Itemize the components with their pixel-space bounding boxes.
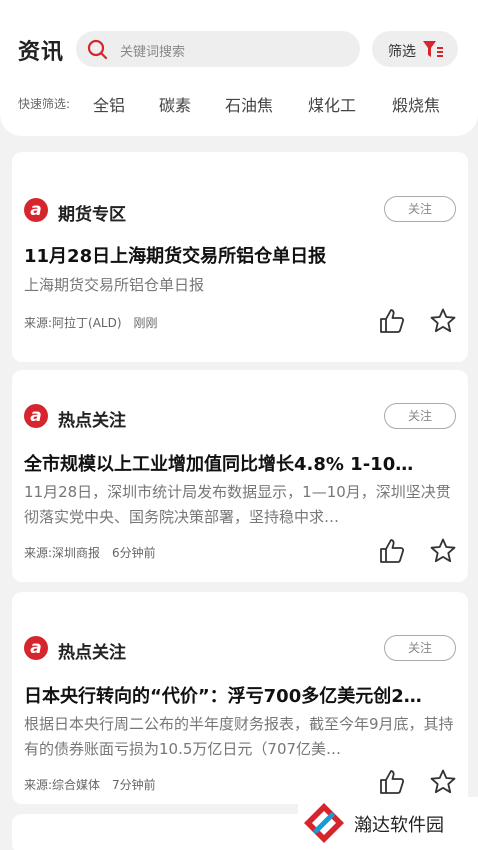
thumbs-up-icon[interactable] — [378, 537, 406, 565]
category-name: 热点关注 — [58, 411, 126, 431]
news-headline[interactable]: 日本央行转向的“代价”：浮亏700多亿美元创2… — [24, 682, 460, 708]
quick-filter-chip[interactable]: 全铝 — [93, 92, 125, 116]
category-logo-icon: a — [24, 636, 48, 660]
quick-filter-label: 快速筛选: — [18, 97, 71, 111]
search-icon — [87, 39, 108, 60]
quick-filter-chip[interactable]: 煅烧焦 — [392, 92, 440, 116]
quick-filter-chip[interactable]: 碳素 — [159, 92, 191, 116]
category-name: 热点关注 — [58, 643, 126, 663]
filter-icon — [423, 41, 443, 57]
news-meta: 来源:阿拉丁(ALD) 刚刚 — [24, 314, 158, 331]
star-icon[interactable] — [429, 537, 457, 565]
watermark-text: 瀚达软件园 — [354, 815, 444, 836]
page-title: 资讯 — [18, 40, 65, 65]
news-source: 来源:深圳商报 — [24, 546, 101, 560]
category-name: 期货专区 — [58, 205, 126, 225]
star-icon[interactable] — [429, 307, 457, 335]
search-placeholder: 关键词搜索 — [120, 45, 186, 60]
thumbs-up-icon[interactable] — [378, 307, 406, 335]
follow-button[interactable]: 关注 — [384, 196, 456, 222]
news-time: 6分钟前 — [112, 546, 156, 560]
news-meta: 来源:综合媒体 7分钟前 — [24, 776, 156, 793]
watermark-logo-icon — [304, 803, 344, 843]
news-summary: 上海期货交易所铝仓单日报 — [24, 276, 205, 294]
quick-filter-chip[interactable]: 石油焦 — [225, 92, 273, 116]
news-summary: 11月28日，深圳市统计局发布数据显示，1—10月，深圳坚决贯彻落实党中央、国务… — [24, 483, 451, 526]
category-logo-icon: a — [24, 404, 48, 428]
news-time: 7分钟前 — [112, 778, 156, 792]
header: 资讯 关键词搜索 筛选 快速筛选: 全铝 碳素 石油焦 煤化工 煅烧焦 — [0, 0, 478, 136]
quick-filter-bar: 快速筛选: 全铝 碳素 石油焦 煤化工 煅烧焦 — [0, 90, 478, 118]
follow-button[interactable]: 关注 — [384, 635, 456, 661]
follow-button[interactable]: 关注 — [384, 403, 456, 429]
news-summary: 根据日本央行周二公布的半年度财务报表，截至今年9月底，其持有的债券账面亏损为10… — [24, 715, 454, 758]
search-bar[interactable]: 关键词搜索 — [76, 31, 360, 67]
filter-button[interactable]: 筛选 — [372, 31, 458, 67]
news-source: 来源:阿拉丁(ALD) — [24, 316, 122, 330]
filter-label: 筛选 — [388, 44, 416, 60]
quick-filter-chip[interactable]: 煤化工 — [308, 92, 356, 116]
news-source: 来源:综合媒体 — [24, 778, 101, 792]
watermark: 瀚达软件园 — [298, 797, 478, 850]
thumbs-up-icon[interactable] — [378, 768, 406, 796]
news-card[interactable]: a 期货专区 关注 11月28日上海期货交易所铝仓单日报 上海期货交易所铝仓单日… — [12, 152, 468, 362]
star-icon[interactable] — [429, 768, 457, 796]
news-headline[interactable]: 11月28日上海期货交易所铝仓单日报 — [24, 242, 460, 268]
news-card[interactable]: a 热点关注 关注 全市规模以上工业增加值同比增长4.8% 1-10… 11月2… — [12, 370, 468, 582]
news-headline[interactable]: 全市规模以上工业增加值同比增长4.8% 1-10… — [24, 450, 460, 476]
news-time: 刚刚 — [133, 316, 158, 330]
category-logo-icon: a — [24, 198, 48, 222]
news-card[interactable]: a 热点关注 关注 日本央行转向的“代价”：浮亏700多亿美元创2… 根据日本央… — [12, 592, 468, 804]
news-meta: 来源:深圳商报 6分钟前 — [24, 544, 156, 561]
